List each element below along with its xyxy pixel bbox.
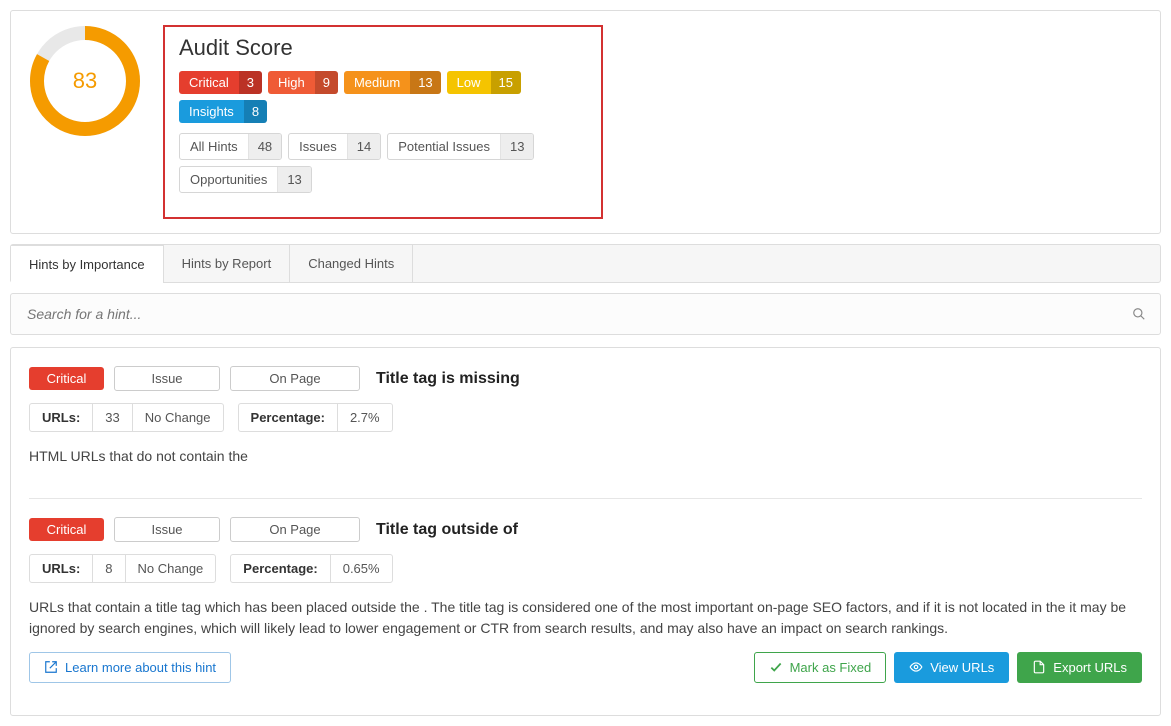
file-icon <box>1032 660 1046 674</box>
chip-label: Opportunities <box>180 167 277 192</box>
pill-label: High <box>268 71 315 94</box>
check-icon <box>769 660 783 674</box>
severity-pill-critical[interactable]: Critical3 <box>179 71 262 94</box>
export-label: Export URLs <box>1053 660 1127 675</box>
hint-card: Critical Issue On Page Title tag is missing… <box>29 362 1142 498</box>
urls-change: No Change <box>125 555 216 582</box>
type-badge: Issue <box>114 517 220 542</box>
hint-description: URLs that contain a title tag which has … <box>29 597 1142 638</box>
percentage-value: 2.7% <box>337 404 392 431</box>
severity-badge: Critical <box>29 518 104 541</box>
chip-label: Issues <box>289 134 347 159</box>
scope-chip[interactable]: Issues14 <box>288 133 381 160</box>
urls-label: URLs: <box>30 555 92 582</box>
fixed-label: Mark as Fixed <box>790 660 872 675</box>
category-badge: On Page <box>230 517 360 542</box>
urls-meta: URLs:33No Change <box>29 403 224 432</box>
percentage-meta: Percentage:2.7% <box>238 403 393 432</box>
pill-count: 8 <box>244 100 267 123</box>
scope-chip-row: All Hints48Issues14Potential Issues13Opp… <box>179 133 587 193</box>
pill-count: 9 <box>315 71 338 94</box>
learn-more-button[interactable]: Learn more about this hint <box>29 652 231 683</box>
chip-label: All Hints <box>180 134 248 159</box>
eye-icon <box>909 660 923 674</box>
search-bar[interactable] <box>10 293 1161 335</box>
scope-chip[interactable]: Potential Issues13 <box>387 133 534 160</box>
audit-score-panel: 83 Audit Score Critical3High9Medium13Low… <box>10 10 1161 234</box>
pill-label: Critical <box>179 71 239 94</box>
urls-value: 33 <box>92 404 131 431</box>
hint-card: Critical Issue On Page Title tag outside of… <box>29 498 1142 701</box>
percentage-value: 0.65% <box>330 555 392 582</box>
search-input[interactable] <box>25 305 1132 323</box>
pill-label: Medium <box>344 71 410 94</box>
search-icon <box>1132 307 1146 321</box>
tab[interactable]: Hints by Report <box>164 245 291 282</box>
urls-label: URLs: <box>30 404 92 431</box>
chip-count: 14 <box>347 134 380 159</box>
category-badge: On Page <box>230 366 360 391</box>
urls-meta: URLs:8No Change <box>29 554 216 583</box>
urls-change: No Change <box>132 404 223 431</box>
external-link-icon <box>44 660 58 674</box>
pill-count: 13 <box>410 71 440 94</box>
pill-label: Insights <box>179 100 244 123</box>
scope-chip[interactable]: Opportunities13 <box>179 166 312 193</box>
percentage-meta: Percentage:0.65% <box>230 554 392 583</box>
severity-pill-insights[interactable]: Insights8 <box>179 100 267 123</box>
percentage-label: Percentage: <box>231 555 329 582</box>
severity-pill-row: Critical3 High9 Medium13 Low15 Insights8 <box>179 71 587 123</box>
urls-value: 8 <box>92 555 124 582</box>
export-urls-button[interactable]: Export URLs <box>1017 652 1142 683</box>
scope-chip[interactable]: All Hints48 <box>179 133 282 160</box>
pill-count: 3 <box>239 71 262 94</box>
chip-count: 13 <box>277 167 310 192</box>
audit-score-title: Audit Score <box>179 35 587 61</box>
type-badge: Issue <box>114 366 220 391</box>
hint-title: Title tag is missing <box>376 370 520 388</box>
view-label: View URLs <box>930 660 994 675</box>
pill-label: Low <box>447 71 491 94</box>
percentage-label: Percentage: <box>239 404 337 431</box>
chip-count: 48 <box>248 134 281 159</box>
score-value: 83 <box>29 25 141 137</box>
severity-pill-high[interactable]: High9 <box>268 71 338 94</box>
tab[interactable]: Hints by Importance <box>11 245 164 283</box>
chip-label: Potential Issues <box>388 134 500 159</box>
audit-score-box: Audit Score Critical3High9Medium13Low15I… <box>163 25 603 219</box>
severity-pill-medium[interactable]: Medium13 <box>344 71 441 94</box>
tabs: Hints by ImportanceHints by ReportChange… <box>10 244 1161 283</box>
pill-count: 15 <box>491 71 521 94</box>
learn-label: Learn more about this hint <box>65 660 216 675</box>
hint-title: Title tag outside of <box>376 521 518 539</box>
chip-count: 13 <box>500 134 533 159</box>
view-urls-button[interactable]: View URLs <box>894 652 1009 683</box>
mark-as-fixed-button[interactable]: Mark as Fixed <box>754 652 887 683</box>
hint-description: HTML URLs that do not contain the elemen… <box>29 446 1142 466</box>
tab[interactable]: Changed Hints <box>290 245 413 282</box>
score-gauge: 83 <box>29 25 141 137</box>
severity-pill-low[interactable]: Low15 <box>447 71 521 94</box>
hints-list: Critical Issue On Page Title tag is missing… <box>10 347 1161 716</box>
severity-badge: Critical <box>29 367 104 390</box>
